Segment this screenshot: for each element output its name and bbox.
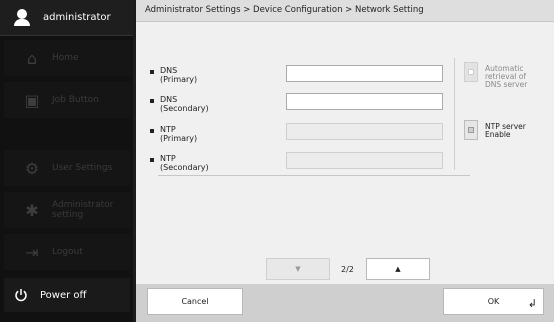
ntp-enable-toggle[interactable] bbox=[464, 120, 478, 140]
page-down-button[interactable]: ▼ bbox=[266, 258, 330, 280]
administrator-setting-icon: ✱ bbox=[25, 200, 39, 220]
nav-administrator-setting-label: Administrator setting bbox=[52, 200, 114, 220]
ntp-enable-label: NTP server Enable bbox=[485, 122, 526, 139]
sidebar: administrator ⌂ Home ▣ Job Button ⚙ User… bbox=[0, 0, 133, 322]
job-button-icon: ▣ bbox=[24, 90, 40, 110]
auto-dns-toggle[interactable] bbox=[464, 62, 478, 82]
nav-home-label: Home bbox=[52, 53, 79, 63]
nav-job-button-label: Job Button bbox=[52, 95, 99, 105]
logout-icon: ⇥ bbox=[25, 242, 39, 262]
page-up-button[interactable]: ▲ bbox=[366, 258, 430, 280]
nav-logout[interactable]: ⇥ Logout bbox=[4, 234, 130, 270]
breadcrumb: Administrator Settings > Device Configur… bbox=[145, 5, 424, 15]
power-icon bbox=[14, 288, 28, 302]
dns-secondary-label: DNS (Secondary) bbox=[150, 95, 209, 113]
username: administrator bbox=[43, 12, 111, 23]
dns-primary-label: DNS (Primary) bbox=[150, 66, 197, 84]
power-off-label: Power off bbox=[40, 289, 87, 301]
cancel-button[interactable]: Cancel bbox=[147, 288, 243, 315]
title-bar: Administrator Settings > Device Configur… bbox=[136, 0, 554, 22]
vertical-divider bbox=[454, 58, 455, 170]
user-icon bbox=[13, 8, 31, 27]
nav-user-settings-label: User Settings bbox=[52, 163, 113, 173]
nav-logout-label: Logout bbox=[52, 247, 83, 257]
nav-home[interactable]: ⌂ Home bbox=[4, 40, 130, 76]
user-panel: administrator bbox=[0, 0, 133, 36]
ntp-primary-field[interactable] bbox=[286, 123, 443, 140]
nav-administrator-setting[interactable]: ✱ Administrator setting bbox=[4, 192, 130, 228]
triangle-down-icon: ▼ bbox=[295, 265, 301, 273]
checkbox-icon bbox=[468, 127, 474, 133]
home-icon: ⌂ bbox=[26, 48, 38, 68]
enter-icon: ↲ bbox=[527, 297, 537, 310]
nav-job-button[interactable]: ▣ Job Button bbox=[4, 82, 130, 118]
triangle-up-icon: ▲ bbox=[395, 265, 401, 273]
user-settings-icon: ⚙ bbox=[24, 158, 40, 178]
main-panel: Administrator Settings > Device Configur… bbox=[136, 0, 554, 322]
ntp-primary-label: NTP (Primary) bbox=[150, 125, 197, 143]
horizontal-divider bbox=[158, 175, 470, 176]
nav-user-settings[interactable]: ⚙ User Settings bbox=[4, 150, 130, 186]
ntp-secondary-label: NTP (Secondary) bbox=[150, 154, 209, 172]
auto-dns-label: Automatic retrieval of DNS server bbox=[485, 64, 528, 89]
power-off-button[interactable]: Power off bbox=[4, 278, 130, 312]
ok-button[interactable]: OK ↲ bbox=[443, 288, 544, 315]
ntp-secondary-field[interactable] bbox=[286, 152, 443, 169]
dns-secondary-field[interactable] bbox=[286, 93, 443, 110]
page-indicator: 2/2 bbox=[341, 265, 354, 274]
checkbox-icon bbox=[468, 69, 474, 75]
dns-primary-field[interactable] bbox=[286, 65, 443, 82]
